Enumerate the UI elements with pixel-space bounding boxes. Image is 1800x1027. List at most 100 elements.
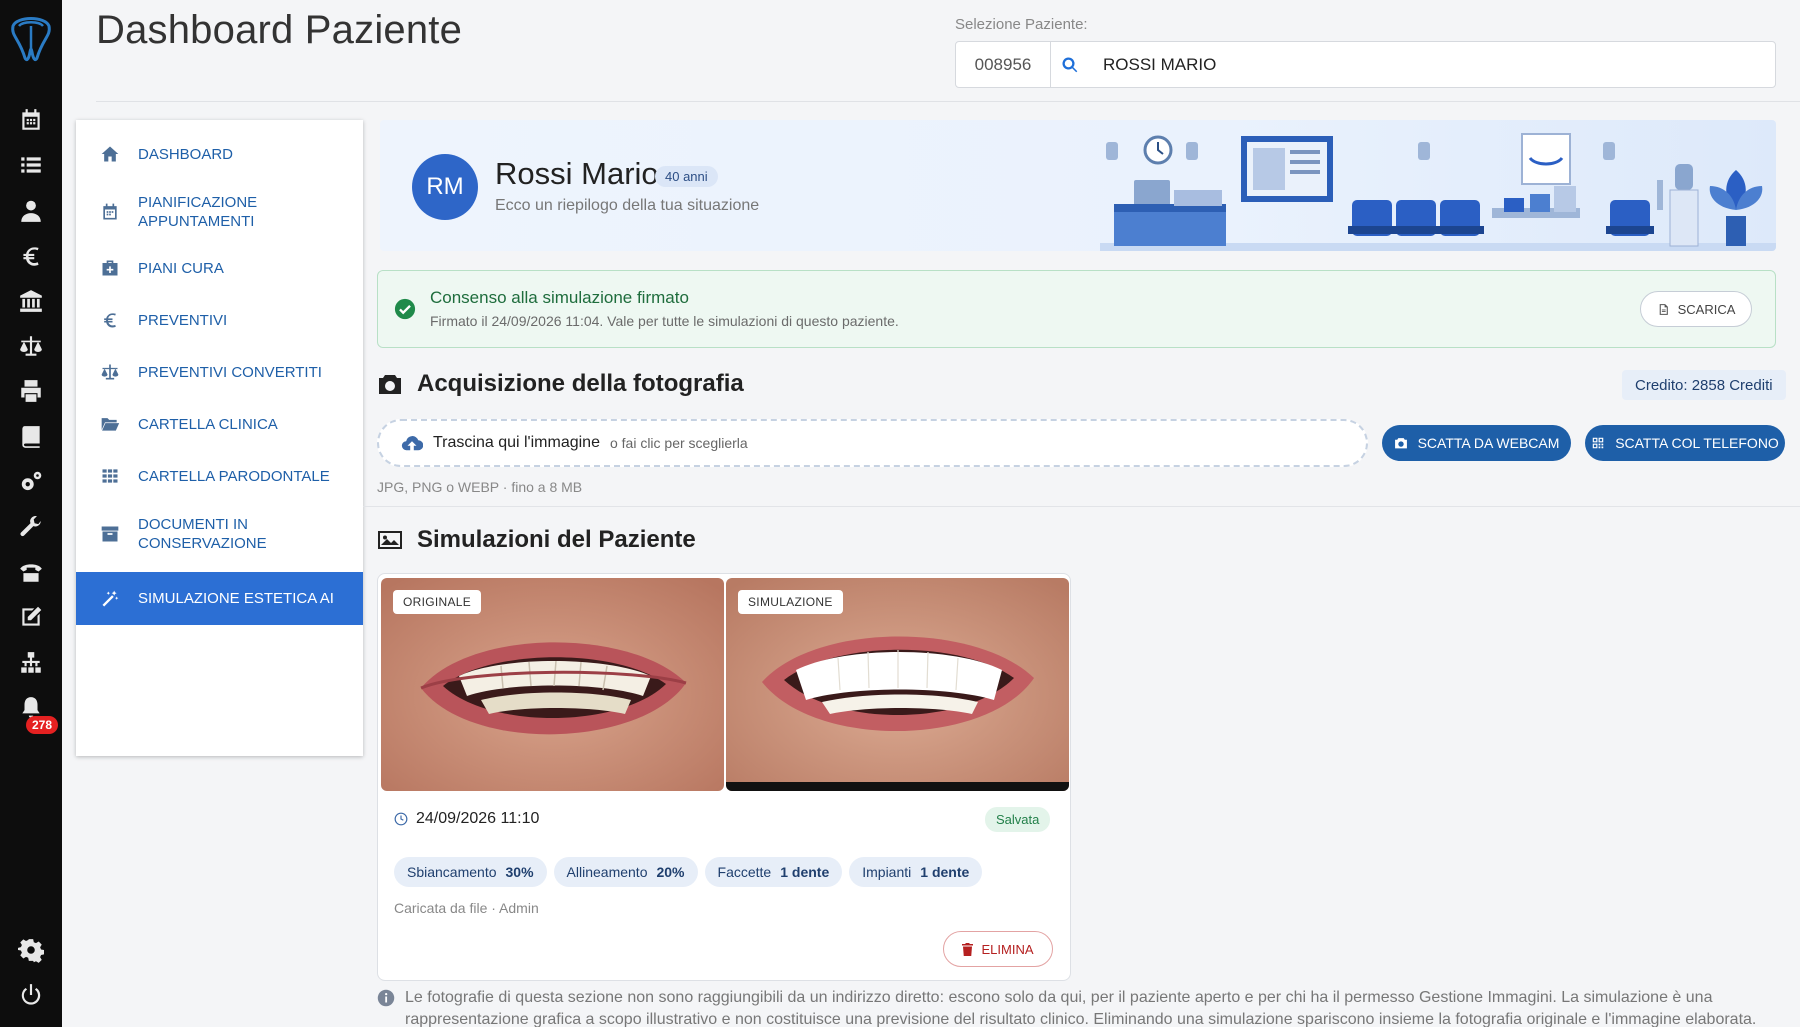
simulation-parameters: Sbiancamento 30% Allineamento 20% Faccette… — [394, 857, 983, 887]
status-badge: Salvata — [985, 807, 1051, 832]
sidebar-item-documenti-conservazione[interactable]: DOCUMENTI IN CONSERVAZIONE — [76, 508, 363, 560]
patient-subtitle: Ecco un riepilogo della tua situazione — [495, 197, 760, 214]
simulations-section-title: Simulazioni del Paziente — [377, 526, 696, 554]
privacy-note-text: Le fotografie di questa sezione non sono… — [405, 989, 1757, 1027]
simulation-photo[interactable]: SIMULAZIONE — [726, 578, 1069, 791]
simulation-tag: SIMULAZIONE — [738, 590, 843, 614]
check-circle-icon — [394, 298, 416, 320]
param-chip: Faccette 1 dente — [704, 857, 843, 887]
simulation-date: 24/09/2026 11:10 — [394, 810, 539, 828]
sidebar-item-label: SIMULAZIONE ESTETICA AI — [138, 590, 334, 607]
consent-notice: Consenso alla simulazione firmato Firmat… — [377, 270, 1776, 348]
patient-sidebar-menu: DASHBOARD PIANIFICAZIONE APPUNTAMENTI PI… — [76, 120, 363, 756]
calendar-icon[interactable] — [15, 104, 47, 136]
dropzone-sub-text: o fai clic per sceglierla — [609, 435, 748, 451]
waiting-room-illustration — [1100, 133, 1776, 251]
consent-detail: Firmato il 24/09/2026 11:04. Vale per tu… — [430, 313, 899, 329]
phone-label: SCATTA COL TELEFONO — [1615, 435, 1779, 451]
pdf-file-icon — [1659, 303, 1668, 315]
original-tag: ORIGINALE — [393, 590, 482, 614]
sidebar-item-label: CARTELLA CLINICA — [138, 415, 278, 433]
sidebar-item-cartella-parodontale[interactable]: CARTELLA PARODONTALE — [76, 456, 363, 496]
sidebar-item-preventivi-convertiti[interactable]: PREVENTIVI CONVERTITI — [76, 352, 363, 392]
phone-capture-button[interactable]: SCATTA COL TELEFONO — [1585, 425, 1785, 461]
sidebar-item-dashboard[interactable]: DASHBOARD — [76, 134, 363, 174]
download-label: SCARICA — [1677, 301, 1736, 317]
camera-icon — [1394, 438, 1407, 449]
sidebar-item-simulazione-estetica-ai[interactable]: SIMULAZIONE ESTETICA AI — [76, 572, 363, 625]
section-divider — [363, 506, 1800, 507]
sidebar-item-pianificazione[interactable]: PIANIFICAZIONE APPUNTAMENTI — [76, 186, 363, 238]
image-icon — [378, 531, 402, 549]
folder-open-icon — [98, 414, 122, 434]
uploaded-by: Caricata da file · Admin — [394, 900, 539, 916]
sidebar-item-cartella-clinica[interactable]: CARTELLA CLINICA — [76, 404, 363, 444]
notification-count-badge: 278 — [26, 716, 59, 734]
tooth-logo-icon[interactable] — [7, 12, 55, 66]
sidebar-item-label: PREVENTIVI CONVERTITI — [138, 363, 322, 381]
bank-icon[interactable] — [15, 285, 47, 317]
simulations-title: Simulazioni del Paziente — [417, 526, 696, 553]
patient-selector[interactable]: 008956 ROSSI MARIO — [955, 41, 1776, 88]
sidebar-item-label: PIANI CURA — [138, 259, 224, 277]
original-photo[interactable]: ORIGINALE — [381, 578, 724, 791]
sidebar-item-label: CARTELLA PARODONTALE — [138, 467, 330, 485]
image-dropzone[interactable]: Trascina qui l'immagine o fai clic per s… — [377, 419, 1368, 467]
euro-icon[interactable] — [15, 240, 47, 272]
gears-icon[interactable] — [15, 466, 47, 498]
sidebar-item-label: PIANIFICAZIONE APPUNTAMENTI — [138, 194, 258, 230]
magic-wand-icon — [98, 589, 122, 609]
book-icon[interactable] — [15, 421, 47, 453]
patient-select-label: Selezione Paziente: — [955, 16, 1088, 33]
param-value: 30% — [505, 864, 534, 880]
scale-icon[interactable] — [15, 330, 47, 362]
privacy-note: Le fotografie di questa sezione non sono… — [377, 987, 1782, 1027]
delete-label: ELIMINA — [981, 941, 1034, 957]
edit-icon[interactable] — [15, 601, 47, 633]
sidebar-item-label: DOCUMENTI IN CONSERVAZIONE — [138, 516, 267, 552]
wrench-icon[interactable] — [15, 511, 47, 543]
param-chip: Allineamento 20% — [553, 857, 698, 887]
camera-icon — [379, 375, 401, 394]
sidebar-item-preventivi[interactable]: PREVENTIVI — [76, 300, 363, 340]
webcam-capture-button[interactable]: SCATTA DA WEBCAM — [1382, 425, 1571, 461]
user-doctor-icon[interactable] — [15, 195, 47, 227]
param-value: 1 dente — [920, 864, 970, 880]
param-label: Faccette — [717, 864, 772, 880]
trash-icon — [962, 942, 974, 956]
param-label: Allineamento — [566, 864, 648, 880]
param-chip: Impianti 1 dente — [849, 857, 983, 887]
dropzone-main-text: Trascina qui l'immagine — [433, 434, 600, 451]
delete-simulation-button[interactable]: ELIMINA — [943, 931, 1053, 967]
download-consent-button[interactable]: SCARICA — [1640, 291, 1752, 327]
param-chip: Sbiancamento 30% — [394, 857, 547, 887]
calendar-icon — [98, 202, 122, 222]
sidebar-item-piani-cura[interactable]: PIANI CURA — [76, 248, 363, 288]
medkit-icon — [98, 258, 122, 278]
avatar: RM — [412, 154, 478, 220]
patient-name-field[interactable]: ROSSI MARIO — [1089, 55, 1216, 75]
credit-badge: Credito: 2858 Crediti — [1622, 370, 1786, 400]
scale-icon — [98, 362, 122, 382]
power-icon[interactable] — [15, 979, 47, 1011]
patient-code[interactable]: 008956 — [956, 42, 1051, 87]
param-label: Sbiancamento — [407, 864, 497, 880]
search-icon[interactable] — [1051, 56, 1089, 74]
patient-hero-banner: RM Rossi Mario 40 anni Ecco un riepilogo… — [380, 120, 1776, 251]
sidebar-item-label: DASHBOARD — [138, 145, 234, 163]
sidebar-item-label: PREVENTIVI — [138, 311, 228, 329]
simulation-date-text: 24/09/2026 11:10 — [416, 810, 540, 827]
webcam-label: SCATTA DA WEBCAM — [1417, 435, 1560, 451]
phone-icon[interactable] — [15, 556, 47, 588]
acquisition-title: Acquisizione della fotografia — [417, 370, 744, 397]
printer-icon[interactable] — [15, 375, 47, 407]
cloud-upload-icon — [401, 436, 423, 451]
sitemap-icon[interactable] — [15, 647, 47, 679]
header-divider — [96, 101, 1800, 102]
param-value: 1 dente — [780, 864, 830, 880]
grid-icon — [98, 466, 122, 486]
settings-icon[interactable] — [15, 934, 47, 966]
clock-icon — [394, 812, 408, 826]
simulation-card: ORIGINALE SIMULAZIONE 24/09/2026 11:10 S… — [377, 573, 1071, 981]
list-icon[interactable] — [15, 149, 47, 181]
